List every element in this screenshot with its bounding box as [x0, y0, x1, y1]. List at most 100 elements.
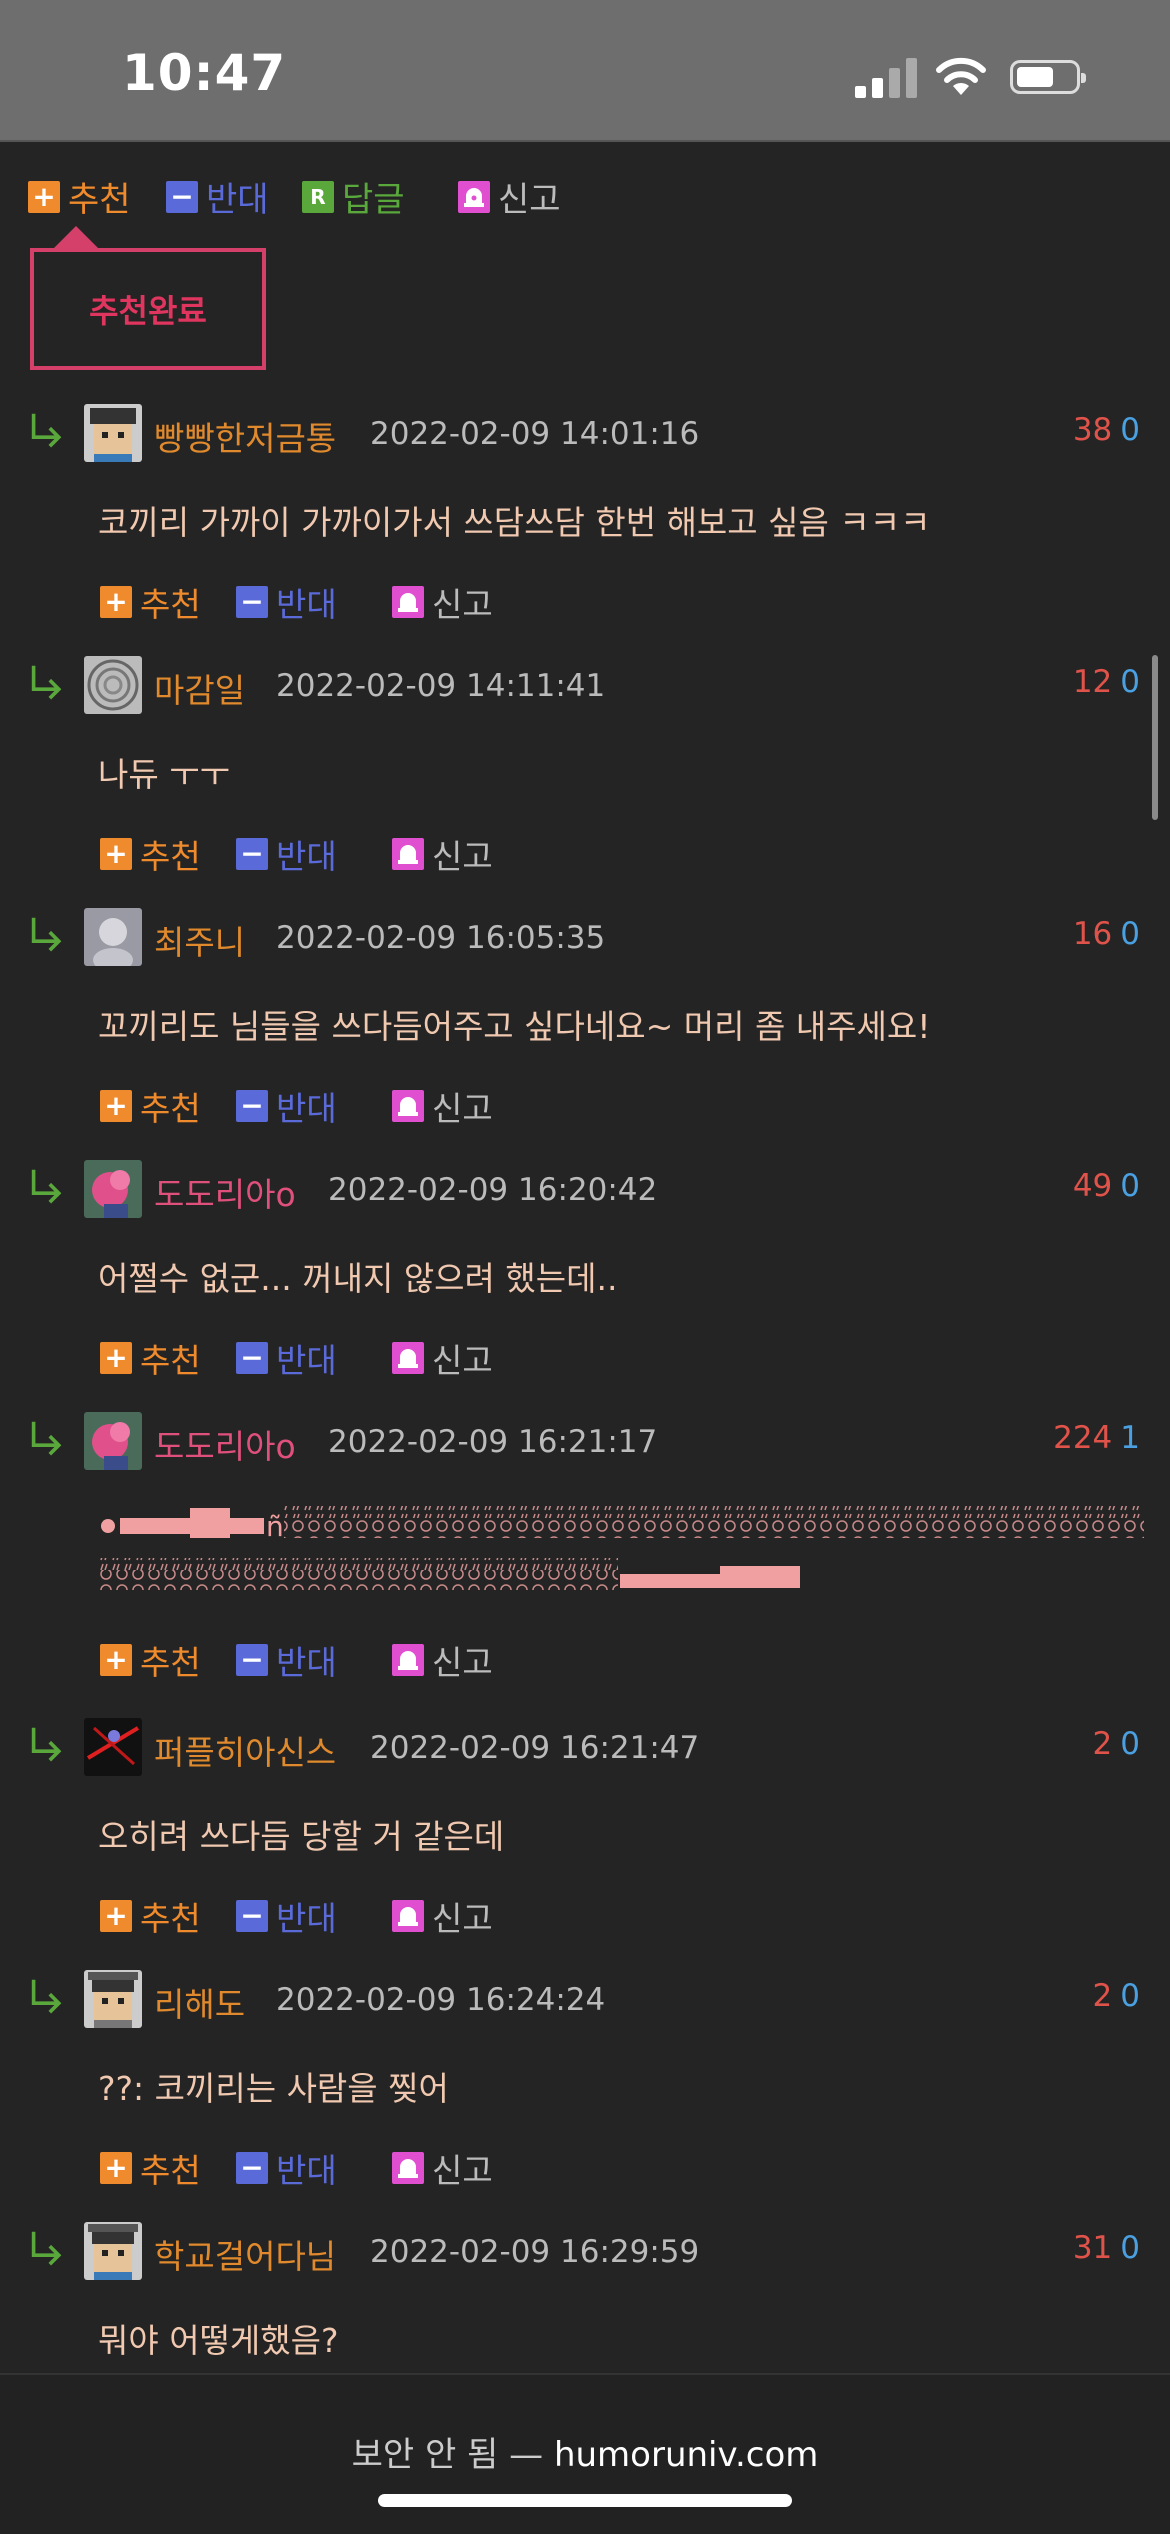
comment-recommend-button[interactable]: + 추천	[100, 1082, 201, 1130]
comment-author[interactable]: 도도리아o	[154, 1420, 296, 1468]
minus-icon: −	[236, 2152, 268, 2184]
comment-recommend-button[interactable]: + 추천	[100, 2144, 201, 2192]
bell-icon	[392, 1644, 424, 1676]
comment-author[interactable]: 마감일	[154, 664, 245, 712]
comment-item: 도도리아o 2022-02-09 16:20:42 49 0 어쩔수 없군... …	[0, 1160, 1170, 1420]
comment-date: 2022-02-09 16:21:17	[328, 1424, 658, 1460]
comment-text: 나듀 ㅜㅜ	[98, 755, 230, 794]
comment-text: ??: 코끼리는 사람을 찢어	[98, 2069, 449, 2108]
comment-oppose-button[interactable]: − 반대	[236, 2144, 337, 2192]
comment-recommend-button[interactable]: + 추천	[100, 1892, 201, 1940]
reply-arrow-icon	[31, 1168, 61, 1204]
reply-button[interactable]: R 답글	[302, 172, 405, 221]
reply-icon: R	[302, 180, 334, 213]
plus-icon: +	[100, 586, 132, 618]
comment-text: 오히려 쓰다듬 당할 거 같은데	[98, 1817, 505, 1856]
comment-date: 2022-02-09 14:11:41	[276, 668, 606, 704]
plus-icon: +	[28, 180, 60, 213]
scrollbar[interactable]	[1152, 655, 1158, 820]
avatar	[84, 1160, 142, 1218]
reply-arrow-icon	[31, 916, 61, 952]
comment-author[interactable]: 리해도	[154, 1978, 245, 2026]
comment-text: 뭐야 어떻게했음?	[98, 2321, 339, 2360]
avatar	[84, 656, 142, 714]
comment-score: 16 0	[1072, 916, 1140, 952]
comment-report-button[interactable]: 신고	[392, 1334, 493, 1382]
bell-icon	[392, 1090, 424, 1122]
comment-oppose-button[interactable]: − 반대	[236, 1334, 337, 1382]
popup-text: 추천완료	[89, 292, 207, 330]
comment-oppose-button[interactable]: − 반대	[236, 1636, 337, 1684]
minus-icon: −	[236, 1644, 268, 1676]
avatar	[84, 1412, 142, 1470]
comment-author[interactable]: 퍼플히아신스	[154, 1726, 336, 1774]
comment-score: 12 0	[1072, 664, 1140, 700]
comment-score: 20	[1092, 1726, 1140, 1762]
comment-date: 2022-02-09 16:21:47	[370, 1730, 700, 1766]
recommend-complete-popup: 추천완료	[30, 226, 266, 370]
comment-date: 2022-02-09 14:01:16	[370, 416, 700, 452]
comment-item: 퍼플히아신스 2022-02-09 16:21:47 20 오히려 쓰다듬 당할…	[0, 1718, 1170, 1978]
minus-icon: −	[236, 838, 268, 870]
status-time: 10:47	[122, 44, 287, 102]
reply-arrow-icon	[31, 1978, 61, 2014]
comment-recommend-button[interactable]: + 추천	[100, 1636, 201, 1684]
comment-author[interactable]: 빵빵한저금통	[154, 412, 336, 460]
comment-text: 어쩔수 없군... 꺼내지 않으려 했는데..	[98, 1259, 618, 1298]
bell-icon	[392, 1900, 424, 1932]
bell-icon	[392, 838, 424, 870]
minus-icon: −	[236, 586, 268, 618]
plus-icon: +	[100, 1900, 132, 1932]
reply-arrow-icon	[31, 664, 61, 700]
comment-item: 학교걸어다님 2022-02-09 16:29:59 31 0 뭐야 어떻게했음?	[0, 2222, 1170, 2370]
comment-text: 꼬끼리도 님들을 쓰다듬어주고 싶다네요~ 머리 좀 내주세요!	[98, 1007, 931, 1046]
comment-report-button[interactable]: 신고	[392, 1892, 493, 1940]
domain-label: humoruniv.com	[553, 2435, 819, 2475]
wifi-icon	[936, 57, 986, 95]
oppose-button[interactable]: − 반대	[166, 172, 269, 221]
bell-icon	[392, 1342, 424, 1374]
comment-date: 2022-02-09 16:05:35	[276, 920, 606, 956]
plus-icon: +	[100, 838, 132, 870]
glitch-text-image: ñ	[98, 1506, 1144, 1590]
comment-item: 마감일 2022-02-09 14:11:41 12 0 나듀 ㅜㅜ + 추천 − 반…	[0, 656, 1170, 916]
home-indicator[interactable]	[378, 2494, 792, 2507]
status-bar: 10:47	[0, 0, 1170, 142]
comment-report-button[interactable]: 신고	[392, 830, 493, 878]
bell-icon	[458, 180, 490, 213]
comment-score: 38 0	[1072, 412, 1140, 448]
avatar	[84, 1970, 142, 2028]
comment-recommend-button[interactable]: + 추천	[100, 1334, 201, 1382]
avatar	[84, 1718, 142, 1776]
comment-report-button[interactable]: 신고	[392, 1636, 493, 1684]
comment-score: 20	[1092, 1978, 1140, 2014]
comment-report-button[interactable]: 신고	[392, 1082, 493, 1130]
comment-score: 49 0	[1072, 1168, 1140, 1204]
recommend-button[interactable]: + 추천	[28, 172, 131, 221]
comment-author[interactable]: 도도리아o	[154, 1168, 296, 1216]
report-button[interactable]: 신고	[458, 172, 561, 221]
comment-recommend-button[interactable]: + 추천	[100, 578, 201, 626]
comment-score: 224 1	[1053, 1420, 1140, 1456]
comment-oppose-button[interactable]: − 반대	[236, 578, 337, 626]
plus-icon: +	[100, 1090, 132, 1122]
minus-icon: −	[236, 1900, 268, 1932]
minus-icon: −	[236, 1342, 268, 1374]
plus-icon: +	[100, 1342, 132, 1374]
comment-oppose-button[interactable]: − 반대	[236, 830, 337, 878]
cellular-signal-icon	[855, 58, 917, 98]
comment-author[interactable]: 최주니	[154, 916, 245, 964]
browser-address-bar[interactable]: 보안 안 됨 — humoruniv.com	[0, 2373, 1170, 2534]
comment-oppose-button[interactable]: − 반대	[236, 1892, 337, 1940]
comment-recommend-button[interactable]: + 추천	[100, 830, 201, 878]
comment-report-button[interactable]: 신고	[392, 578, 493, 626]
comment-report-button[interactable]: 신고	[392, 2144, 493, 2192]
battery-icon	[1010, 60, 1086, 94]
bell-icon	[392, 2152, 424, 2184]
comment-oppose-button[interactable]: − 반대	[236, 1082, 337, 1130]
avatar	[84, 2222, 142, 2280]
comment-author[interactable]: 학교걸어다님	[154, 2230, 336, 2278]
comment-date: 2022-02-09 16:24:24	[276, 1982, 606, 2018]
comment-item: 최주니 2022-02-09 16:05:35 16 0 꼬끼리도 님들을 쓰다듬…	[0, 908, 1170, 1168]
reply-arrow-icon	[31, 2230, 61, 2266]
